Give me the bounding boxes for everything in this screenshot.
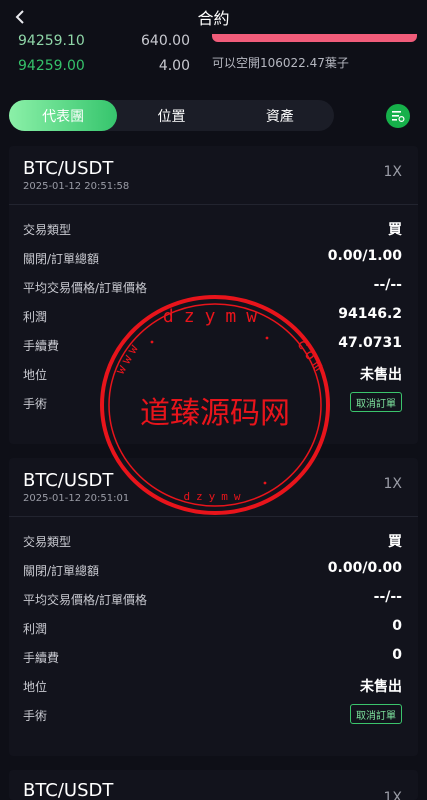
cancel-order-button[interactable]: 取消訂單 (350, 704, 402, 724)
page-title: 合約 (197, 9, 230, 28)
leverage-label: 1X (383, 476, 403, 492)
detail-row: 交易類型 買 (9, 526, 418, 555)
bid-price: 94259.10 (18, 33, 85, 49)
detail-value: 0 (392, 647, 402, 663)
chevron-left-icon (15, 10, 24, 24)
detail-value: --/-- (373, 589, 402, 605)
watermark-stamp: 道臻源码网 dzymw www com dzymw (100, 295, 330, 515)
leverage-label: 1X (383, 790, 403, 800)
detail-row: 利潤 0 (9, 613, 418, 642)
list-filter-icon (392, 111, 405, 123)
top-bar: 合約 (0, 0, 427, 34)
detail-label: 手術 (23, 397, 48, 411)
watermark-ring-top: dzymw (163, 306, 267, 327)
detail-label: 手續費 (23, 651, 60, 665)
detail-value: 0 (392, 618, 402, 634)
order-book-row[interactable]: 94259.00 4.00 (18, 58, 190, 74)
back-button[interactable] (10, 6, 30, 28)
detail-label: 交易類型 (23, 535, 72, 549)
detail-label: 關閉/訂單總額 (23, 564, 100, 578)
tab-delegation[interactable]: 代表團 (9, 100, 118, 131)
detail-row: 地位 未售出 (9, 671, 418, 700)
detail-label: 手續費 (23, 339, 60, 353)
watermark-ring-bottom: dzymw (183, 490, 246, 503)
order-time: 2025-01-12 20:51:58 (23, 181, 130, 192)
detail-row: 手續費 0 (9, 642, 418, 671)
detail-label: 地位 (23, 368, 48, 382)
order-symbol: BTC/USDT (23, 158, 114, 179)
bid-qty: 640.00 (141, 33, 190, 49)
tab-assets[interactable]: 資產 (226, 100, 334, 131)
detail-value: --/-- (373, 277, 402, 293)
tab-positions[interactable]: 位置 (117, 100, 225, 131)
detail-row: 關閉/訂單總額 0.00/0.00 (9, 555, 418, 584)
detail-label: 關閉/訂單總額 (23, 252, 100, 266)
detail-value: 94146.2 (338, 306, 402, 322)
available-text: 可以空開106022.47葉子 (212, 56, 349, 70)
order-card: BTC/USDT 1X (9, 770, 418, 800)
tab-bar: 代表團 位置 資產 (9, 100, 334, 131)
detail-value: 未售出 (360, 367, 402, 383)
detail-row: 手術 取消訂單 (9, 700, 418, 729)
bid-qty: 4.00 (158, 58, 190, 74)
cancel-order-button[interactable]: 取消訂單 (350, 392, 402, 412)
detail-value: 47.0731 (338, 335, 402, 351)
detail-row: 平均交易價格/訂單價格 --/-- (9, 584, 418, 613)
detail-value: 未售出 (360, 679, 402, 695)
watermark-ring-left: www (113, 339, 144, 377)
order-book-row[interactable]: 94259.10 640.00 (18, 33, 190, 49)
detail-label: 地位 (23, 680, 48, 694)
detail-label: 手術 (23, 709, 48, 723)
bid-price: 94259.00 (18, 58, 85, 74)
watermark-ring-right: com (293, 335, 330, 377)
sell-button[interactable] (212, 34, 417, 42)
detail-value: 買 (388, 534, 402, 550)
detail-row: 交易類型 買 (9, 214, 418, 243)
detail-label: 利潤 (23, 310, 48, 324)
order-book: 94259.10 640.00 94259.00 4.00 可以空開106022… (0, 33, 427, 84)
detail-value: 0.00/1.00 (327, 248, 402, 264)
order-symbol: BTC/USDT (23, 780, 114, 800)
divider (9, 204, 418, 205)
order-list-button[interactable] (386, 104, 410, 128)
detail-label: 利潤 (23, 622, 48, 636)
detail-value: 0.00/0.00 (327, 560, 402, 576)
watermark-center-text: 道臻源码网 (140, 396, 290, 431)
detail-value: 買 (388, 222, 402, 238)
detail-label: 平均交易價格/訂單價格 (23, 593, 148, 607)
leverage-label: 1X (383, 164, 403, 180)
detail-row: 關閉/訂單總額 0.00/1.00 (9, 243, 418, 272)
detail-label: 交易類型 (23, 223, 72, 237)
